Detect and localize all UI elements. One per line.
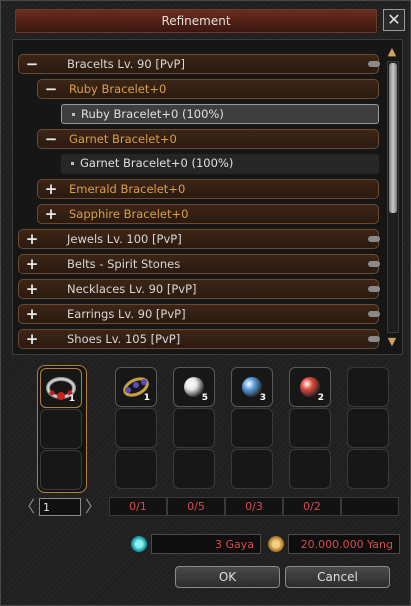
red-pearl-icon (300, 377, 320, 397)
material-empty-slot[interactable] (347, 367, 389, 407)
target-item-cell[interactable]: 1 (40, 368, 82, 408)
target-item-slot[interactable]: 1 (37, 365, 87, 493)
material-empty-slot[interactable] (173, 449, 215, 489)
recipe-subgroup[interactable]: − Garnet Bracelet+0 (37, 129, 379, 149)
recipe-leaf[interactable]: Garnet Bracelet+0 (100%) (61, 154, 379, 174)
page-prev-arrow[interactable]: 〈 (19, 497, 35, 517)
material-empty-slot[interactable] (115, 449, 157, 489)
recipe-group[interactable]: + Necklaces Lv. 90 [PvP] (18, 279, 380, 299)
group-label: Bracelts Lv. 90 [PvP] (67, 57, 185, 71)
group-label: Necklaces Lv. 90 [PvP] (67, 282, 197, 296)
subgroup-label: Sapphire Bracelet+0 (69, 207, 189, 221)
expand-icon[interactable]: + (19, 305, 45, 323)
ok-button[interactable]: OK (175, 566, 280, 588)
recipe-leaf-selected[interactable]: Ruby Bracelet+0 (100%) (61, 104, 379, 124)
expand-icon[interactable]: + (19, 280, 45, 298)
expand-icon[interactable]: + (19, 230, 45, 248)
target-empty-slot[interactable] (40, 450, 82, 490)
material-slot[interactable]: 5 (173, 367, 215, 407)
material-required-count: 0/1 (109, 497, 167, 516)
material-count: 1 (143, 393, 150, 403)
material-count: 2 (317, 393, 324, 403)
material-slot[interactable]: 1 (115, 367, 157, 407)
recipe-group[interactable]: + Jewels Lv. 100 [PvP] (18, 229, 380, 249)
row-knob-icon (368, 236, 380, 242)
recipe-group[interactable]: + Shoes Lv. 105 [PvP] (18, 329, 380, 349)
recipe-leaf-label: Ruby Bracelet+0 (100%) (81, 107, 224, 121)
group-label: Shoes Lv. 105 [PvP] (67, 332, 181, 346)
page-number-field[interactable]: 1 (39, 498, 81, 516)
material-count: 3 (259, 393, 266, 403)
material-empty-slot[interactable] (289, 449, 331, 489)
collapse-icon[interactable]: − (38, 130, 64, 148)
cancel-button[interactable]: Cancel (285, 566, 390, 588)
recipe-subgroup[interactable]: − Ruby Bracelet+0 (37, 79, 379, 99)
scroll-up-arrow[interactable]: ▲ (385, 45, 399, 59)
close-button[interactable]: ✕ (383, 9, 405, 31)
gaya-cost: 3 Gaya (151, 534, 261, 554)
collapse-icon[interactable]: − (19, 55, 45, 73)
scrollbar[interactable]: ▲ ▼ (385, 45, 399, 351)
expand-icon[interactable]: + (19, 330, 45, 348)
material-count: 5 (201, 393, 208, 403)
subgroup-label: Ruby Bracelet+0 (69, 82, 167, 96)
title-bar[interactable]: Refinement (15, 9, 377, 33)
material-required-count: 0/5 (167, 497, 225, 516)
group-label: Belts - Spirit Stones (67, 257, 181, 271)
row-knob-icon (368, 286, 380, 292)
expand-icon[interactable]: + (38, 205, 64, 223)
expand-icon[interactable]: + (19, 255, 45, 273)
recipe-group[interactable]: + Belts - Spirit Stones (18, 254, 380, 274)
recipe-group[interactable]: − Bracelts Lv. 90 [PvP] (18, 54, 380, 74)
material-slot[interactable]: 2 (289, 367, 331, 407)
bullet-icon (72, 113, 75, 116)
recipe-group[interactable]: + Earrings Lv. 90 [PvP] (18, 304, 380, 324)
material-required-count (341, 497, 399, 516)
material-empty-slot[interactable] (231, 449, 273, 489)
recipe-subgroup[interactable]: + Sapphire Bracelet+0 (37, 204, 379, 224)
bullet-icon (71, 162, 74, 165)
yang-cost: 20.000.000 Yang (288, 534, 400, 554)
collapse-icon[interactable]: − (38, 80, 64, 98)
gaya-icon (131, 536, 147, 552)
yang-icon (268, 536, 284, 552)
ruby-bracelet-icon (46, 377, 76, 400)
material-empty-slot[interactable] (115, 408, 157, 448)
material-empty-slot[interactable] (231, 408, 273, 448)
recipe-leaf-label: Garnet Bracelet+0 (100%) (80, 156, 234, 170)
target-empty-slot[interactable] (40, 409, 82, 449)
row-knob-icon (368, 261, 380, 267)
scroll-down-arrow[interactable]: ▼ (385, 335, 399, 349)
material-required-count: 0/2 (283, 497, 341, 516)
material-slot[interactable]: 3 (231, 367, 273, 407)
row-knob-icon (368, 311, 380, 317)
material-empty-slot[interactable] (347, 449, 389, 489)
material-empty-slot[interactable] (173, 408, 215, 448)
subgroup-label: Garnet Bracelet+0 (69, 132, 177, 146)
window-title: Refinement (161, 14, 231, 28)
material-empty-slot[interactable] (289, 408, 331, 448)
material-empty-slot[interactable] (347, 408, 389, 448)
group-label: Earrings Lv. 90 [PvP] (67, 307, 186, 321)
subgroup-label: Emerald Bracelet+0 (69, 182, 186, 196)
recipe-subgroup[interactable]: + Emerald Bracelet+0 (37, 179, 379, 199)
row-knob-icon (368, 61, 380, 67)
material-required-count: 0/3 (225, 497, 283, 516)
scroll-track[interactable] (387, 61, 399, 333)
white-pearl-icon (184, 377, 204, 397)
refinement-window: Refinement ✕ − Bracelts Lv. 90 [PvP] − Ruby… (0, 0, 411, 606)
target-item-count: 1 (68, 394, 75, 404)
page-next-arrow[interactable]: 〉 (85, 497, 101, 517)
group-label: Jewels Lv. 100 [PvP] (67, 232, 182, 246)
gem-bracelet-icon (123, 377, 149, 397)
blue-pearl-icon (242, 377, 262, 397)
row-knob-icon (368, 336, 380, 342)
expand-icon[interactable]: + (38, 180, 64, 198)
scroll-thumb[interactable] (389, 63, 397, 213)
